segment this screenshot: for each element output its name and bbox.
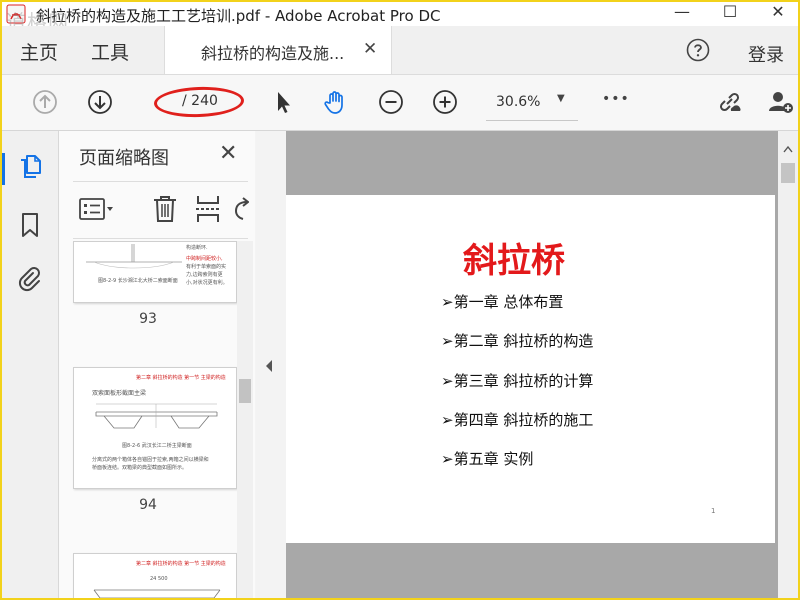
window-title: 斜拉桥的构造及施工工艺培训.pdf - Adobe Acrobat Pro DC	[36, 7, 441, 25]
add-user-icon[interactable]	[768, 89, 794, 115]
close-window-button[interactable]: ✕	[762, 2, 794, 24]
help-circle-icon[interactable]	[686, 38, 710, 62]
toc-item: ➢第五章 实例	[441, 450, 534, 468]
thumb-header: 第二章 斜拉桥的构造 第一节 主梁的构造	[136, 561, 226, 567]
zoom-dropdown-button[interactable]: ▼	[557, 93, 565, 104]
toc-item: ➢第三章 斜拉桥的计算	[441, 372, 594, 390]
deck-section-drawing-icon	[93, 589, 221, 598]
thumb-header: 第二章 斜拉桥的构造 第一节 主梁的构造	[136, 375, 226, 381]
thumbnail-scrollbar-thumb[interactable]	[239, 379, 251, 403]
toc-item: ➢第四章 斜拉桥的施工	[441, 411, 594, 429]
more-tools-button[interactable]: •••	[602, 91, 629, 117]
thumb-text-line: 构造断环.	[186, 245, 208, 251]
page-thumbnail[interactable]: 第二章 斜拉桥的构造 第一节 主梁的构造 双索面板形截面主梁 图8-2-6 武汉…	[73, 367, 237, 489]
rail-active-indicator	[2, 153, 5, 185]
thumb-text-line: 力,边跨索则有更	[186, 272, 223, 278]
title-bar: 斜拉桥的构造及施工工艺培训.pdf - Adobe Acrobat Pro DC…	[2, 2, 798, 26]
zoom-level-value[interactable]: 30.6%	[496, 94, 540, 110]
thumbnail-page-number: 93	[139, 311, 157, 327]
bookmark-icon[interactable]	[16, 211, 44, 239]
login-link[interactable]: 登录	[748, 41, 784, 67]
thumbnail-options-icon[interactable]	[79, 196, 115, 222]
tab-home[interactable]: 主页	[20, 38, 58, 65]
bridge-drawing-icon	[86, 244, 182, 269]
close-panel-button[interactable]: ✕	[219, 141, 237, 166]
document-tab-label: 斜拉桥的构造及施...	[201, 44, 345, 63]
collapse-left-icon[interactable]	[264, 359, 274, 373]
panel-collapse-strip[interactable]	[256, 131, 286, 598]
thumbnails-panel: 页面缩略图 ✕ 构造断环. 中跨制间距较小, 有利于单索面的实 力,边跨索则有更…	[59, 131, 255, 598]
zoom-field-underline	[486, 120, 578, 121]
pdf-page: 斜拉桥 ➢第一章 总体布置 ➢第二章 斜拉桥的构造 ➢第三章 斜拉桥的计算 ➢第…	[286, 195, 775, 543]
page-thumbnails-icon[interactable]	[16, 153, 44, 181]
arrow-down-circle-icon[interactable]	[87, 89, 113, 115]
insert-page-icon[interactable]	[195, 194, 221, 224]
page-heading: 斜拉桥	[463, 241, 565, 281]
toc-item: ➢第二章 斜拉桥的构造	[441, 332, 594, 350]
paperclip-icon[interactable]	[16, 265, 44, 293]
rotate-icon[interactable]	[233, 196, 249, 222]
link-share-icon[interactable]	[716, 89, 742, 115]
thumbnail-scrollbar[interactable]	[237, 241, 253, 598]
navigation-rail	[2, 131, 59, 598]
document-scrollbar[interactable]	[778, 131, 798, 598]
zoom-out-icon[interactable]	[378, 89, 404, 115]
girder-section-drawing-icon	[95, 403, 218, 429]
chevron-up-icon[interactable]	[783, 145, 793, 153]
thumbnail-list: 构造断环. 中跨制间距较小, 有利于单索面的实 力,边跨索则有更 小,对状况更有…	[59, 241, 237, 598]
tab-document[interactable]: 斜拉桥的构造及施... ✕	[164, 26, 392, 74]
hand-tool-icon[interactable]	[322, 89, 348, 115]
page-footer-number: 1	[711, 507, 716, 515]
tab-tools[interactable]: 工具	[91, 38, 129, 65]
maximize-button[interactable]: ☐	[714, 2, 746, 24]
tab-bar: 主页 工具 斜拉桥的构造及施... ✕ 登录	[2, 26, 798, 75]
thumb-text-line: 桥面板连结。双箱梁的典型截面如图所示。	[92, 465, 188, 471]
document-view[interactable]: 斜拉桥 ➢第一章 总体布置 ➢第二章 斜拉桥的构造 ➢第三章 斜拉桥的计算 ➢第…	[286, 131, 778, 598]
main-toolbar: / 240 30.6% ▼ •••	[2, 75, 798, 131]
minimize-button[interactable]: —	[666, 2, 698, 24]
page-thumbnail[interactable]: 构造断环. 中跨制间距较小, 有利于单索面的实 力,边跨索则有更 小,对状况更有…	[73, 241, 237, 303]
thumbnail-page-number: 94	[139, 497, 157, 513]
page-thumbnail[interactable]: 第二章 斜拉桥的构造 第一节 主梁的构造 24 500	[73, 553, 237, 598]
close-tab-button[interactable]: ✕	[363, 39, 377, 59]
thumb-text-line: 中跨制间距较小,	[186, 256, 223, 262]
cursor-arrow-icon[interactable]	[270, 89, 296, 115]
document-scrollbar-thumb[interactable]	[781, 163, 795, 183]
thumb-caption: 图8-2-9 长沙湘江北大桥二索面断面	[98, 278, 178, 284]
thumb-caption: 图8-2-6 武汉长江二桥主梁断面	[122, 443, 192, 449]
thumbnail-toolbar	[73, 181, 249, 239]
thumb-heading: 双索面板形截面主梁	[92, 390, 147, 397]
panel-title: 页面缩略图	[79, 148, 169, 169]
thumb-text-line: 有利于单索面的实	[186, 264, 227, 270]
thumb-text-line: 小,对状况更有利。	[186, 280, 228, 286]
acrobat-window: 斜拉桥的构造及施工工艺培训.pdf - Adobe Acrobat Pro DC…	[0, 0, 800, 600]
arrow-up-circle-icon[interactable]	[32, 89, 58, 115]
zoom-in-icon[interactable]	[432, 89, 458, 115]
thumb-text-line: 分离式的两个箱体各自锚固于拉索,两箱之间以横梁和	[92, 457, 209, 463]
toc-item: ➢第一章 总体布置	[441, 293, 564, 311]
trash-icon[interactable]	[151, 194, 179, 224]
